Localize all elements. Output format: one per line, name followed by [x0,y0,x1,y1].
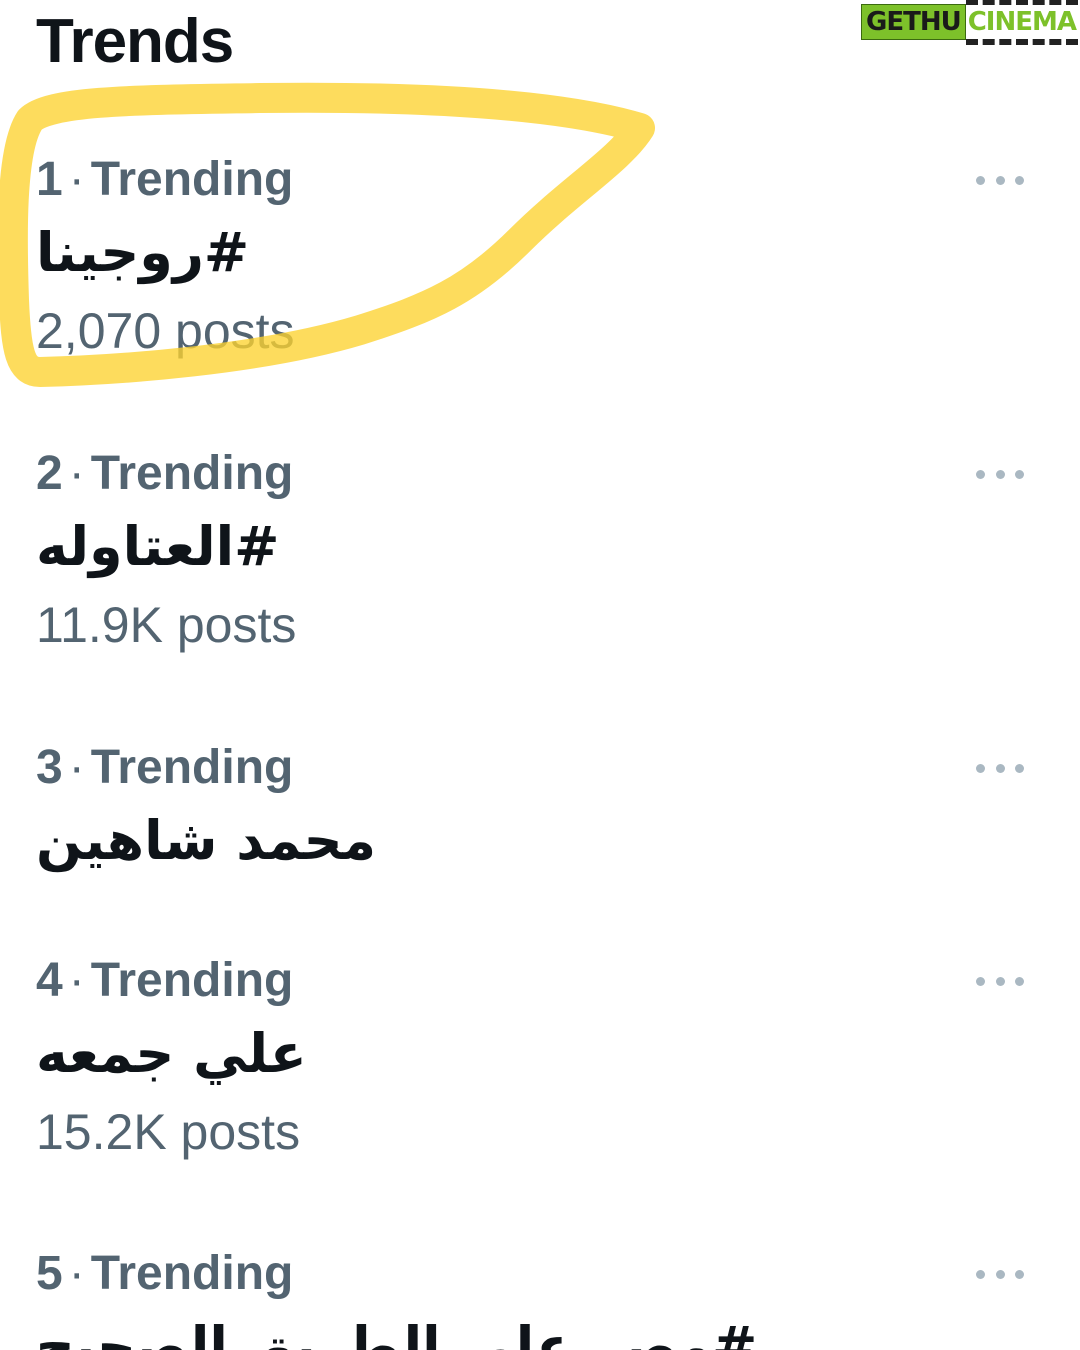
trend-meta: 3 · Trending [36,738,293,798]
trend-rank: 3 [36,741,63,794]
trend-item-1[interactable]: 1 · Trending #روجينا 2,070 posts [0,150,1080,380]
trend-rank: 2 [36,447,63,500]
trend-name: #روجينا [36,221,250,284]
more-dot [995,469,1005,479]
more-dot [995,175,1005,185]
separator: · [68,153,85,206]
separator: · [68,1247,85,1300]
trend-name: #العتاوله [36,515,280,578]
more-options-button[interactable] [972,1262,1028,1286]
trend-meta: 2 · Trending [36,444,293,504]
trend-name: علي جمعه [36,1022,307,1085]
trend-label: Trending [90,954,294,1007]
page-title: Trends [36,7,234,76]
more-horizontal-icon [976,763,985,773]
more-dot [1015,763,1024,773]
trend-post-count: 15.2K posts [36,1104,301,1160]
trend-name: #مصر على الطريق الصحيح [36,1315,758,1350]
watermark-logo: GETHU CINEMA [861,0,1078,45]
trend-meta: 5 · Trending [36,1244,293,1304]
trend-item-3[interactable]: 3 · Trending محمد شاهين [0,738,1080,898]
trend-rank: 1 [36,153,63,206]
trend-item-5[interactable]: 5 · Trending #مصر على الطريق الصحيح [0,1244,1080,1350]
more-dot [995,763,1005,773]
separator: · [68,741,85,794]
trend-post-count: 2,070 posts [36,303,295,359]
more-horizontal-icon [976,976,985,986]
watermark-part-a: GETHU [861,4,966,40]
trend-meta: 4 · Trending [36,951,293,1011]
more-horizontal-icon [976,1269,985,1279]
trend-item-4[interactable]: 4 · Trending علي جمعه 15.2K posts [0,951,1080,1181]
trend-meta: 1 · Trending [36,150,293,210]
trend-label: Trending [90,153,294,206]
more-dot [995,976,1005,986]
separator: · [68,954,85,1007]
more-options-button[interactable] [972,969,1028,993]
more-dot [1015,175,1024,185]
more-options-button[interactable] [972,462,1028,486]
trend-label: Trending [90,741,294,794]
trend-label: Trending [90,447,294,500]
more-horizontal-icon [976,469,985,479]
more-dot [1015,976,1024,986]
more-dot [995,1269,1005,1279]
trend-label: Trending [90,1247,294,1300]
watermark-part-b: CINEMA [965,0,1078,45]
trend-item-2[interactable]: 2 · Trending #العتاوله 11.9K posts [0,444,1080,674]
trend-rank: 5 [36,1247,63,1300]
trend-name: محمد شاهين [36,809,377,872]
more-horizontal-icon [976,175,985,185]
trend-post-count: 11.9K posts [36,597,297,653]
more-dot [1015,469,1024,479]
more-dot [1015,1269,1024,1279]
separator: · [68,447,85,500]
trend-rank: 4 [36,954,63,1007]
more-options-button[interactable] [972,168,1028,192]
more-options-button[interactable] [972,756,1028,780]
